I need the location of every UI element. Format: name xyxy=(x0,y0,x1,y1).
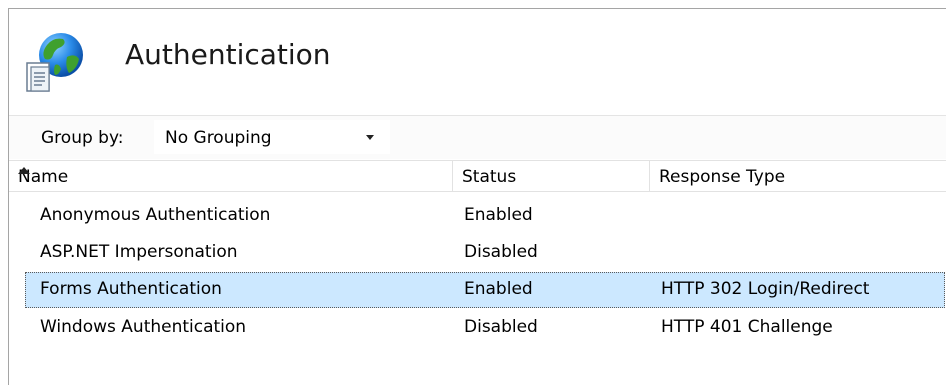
row-status: Enabled xyxy=(464,279,533,299)
column-header-row: Name Status Response Type xyxy=(9,160,946,192)
row-response-type: HTTP 302 Login/Redirect xyxy=(661,279,870,299)
column-header-status[interactable]: Status xyxy=(453,161,650,192)
table-row[interactable]: Windows Authentication Disabled HTTP 401… xyxy=(9,310,946,346)
row-name: Anonymous Authentication xyxy=(40,205,271,225)
row-status: Disabled xyxy=(464,242,538,262)
row-response-type: HTTP 401 Challenge xyxy=(661,317,833,337)
group-by-toolbar: Group by: No Grouping xyxy=(9,115,946,159)
sort-ascending-icon xyxy=(18,167,30,174)
row-name: ASP.NET Impersonation xyxy=(40,242,238,262)
column-header-label: Status xyxy=(462,167,517,187)
table-row-selected[interactable]: Forms Authentication Enabled HTTP 302 Lo… xyxy=(25,272,945,308)
column-header-label: Response Type xyxy=(659,167,786,187)
group-by-selected-value: No Grouping xyxy=(165,128,272,148)
column-header-response-type[interactable]: Response Type xyxy=(650,161,946,192)
chevron-down-icon[interactable] xyxy=(366,135,374,140)
group-by-dropdown[interactable]: No Grouping xyxy=(154,120,390,154)
column-header-name[interactable]: Name xyxy=(9,161,453,192)
row-status: Enabled xyxy=(464,205,533,225)
table-row[interactable]: Anonymous Authentication Enabled xyxy=(9,198,946,234)
group-by-label: Group by: xyxy=(41,128,124,148)
authentication-feature-pane: Authentication Group by: No Grouping Nam… xyxy=(8,8,946,385)
page-header: Authentication xyxy=(9,9,946,112)
page-title: Authentication xyxy=(125,38,331,71)
table-row[interactable]: ASP.NET Impersonation Disabled xyxy=(9,235,946,271)
row-name: Forms Authentication xyxy=(40,279,222,299)
row-name: Windows Authentication xyxy=(40,317,247,337)
row-status: Disabled xyxy=(464,317,538,337)
authentication-globe-icon xyxy=(26,33,83,92)
authentication-list: Name Status Response Type Anonymous Auth… xyxy=(9,159,946,386)
